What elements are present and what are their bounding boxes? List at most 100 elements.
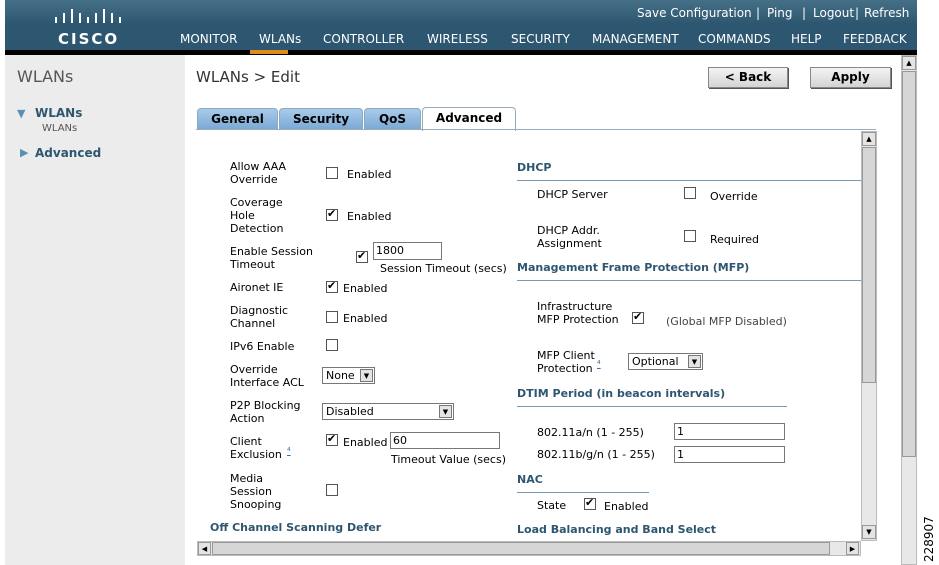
nav-wlans[interactable]: WLANs (259, 32, 301, 46)
client-exclusion-text: Enabled (343, 436, 388, 449)
load-balancing-heading: Load Balancing and Band Select (517, 523, 717, 536)
tab-general[interactable]: General (197, 108, 278, 130)
nav-security[interactable]: SECURITY (511, 32, 570, 46)
dhcp-server-text: Override (710, 190, 758, 203)
section-divider (517, 492, 649, 493)
sidebar-item-advanced[interactable]: Advanced (35, 146, 101, 160)
dhcp-addr-checkbox[interactable] (684, 230, 696, 242)
nac-state-text: Enabled (604, 500, 649, 513)
nav-help[interactable]: HELP (791, 32, 822, 46)
allow-aaa-text: Enabled (347, 168, 392, 181)
override-acl-label: Override Interface ACL (230, 363, 304, 389)
scroll-right-arrow-icon[interactable]: ▶ (846, 542, 859, 555)
page-title: WLANs > Edit (196, 68, 300, 86)
chevron-down-icon[interactable]: ▼ (688, 355, 701, 368)
scroll-up-arrow-icon[interactable]: ▲ (902, 56, 916, 70)
nav-wireless[interactable]: WIRELESS (427, 32, 488, 46)
toplink-separator: | (756, 6, 761, 20)
toplink-separator: | (802, 6, 807, 20)
diagnostic-channel-checkbox[interactable] (326, 311, 338, 323)
tab-qos[interactable]: QoS (364, 108, 421, 130)
coverage-hole-checkbox[interactable] (326, 207, 338, 221)
global-mfp-note: (Global MFP Disabled) (666, 315, 787, 328)
tab-security[interactable]: Security (279, 108, 363, 130)
sidebar-item-wlans[interactable]: WLANs (35, 106, 82, 120)
content-scroll-thumb[interactable] (862, 147, 876, 383)
diagnostic-channel-text: Enabled (343, 312, 388, 325)
mfp-heading: Management Frame Protection (MFP) (517, 261, 750, 274)
chevron-down-icon[interactable]: ▼ (360, 369, 373, 382)
chevron-down-icon[interactable]: ▼ (439, 405, 452, 418)
sidebar-subitem-wlans[interactable]: WLANs (42, 123, 77, 134)
mfp-client-select[interactable]: Optional ▼ (628, 353, 703, 370)
dhcp-addr-text: Required (710, 233, 759, 246)
section-divider (517, 180, 861, 181)
dtim-bg-input[interactable]: 1 (674, 446, 785, 463)
aironet-ie-text: Enabled (343, 282, 388, 295)
dhcp-server-checkbox[interactable] (684, 187, 696, 199)
dtim-a-input[interactable]: 1 (674, 423, 785, 440)
content-hscroll-thumb[interactable] (212, 542, 830, 555)
coverage-hole-text: Enabled (347, 210, 392, 223)
info-icon[interactable]: ⁴ (287, 447, 291, 457)
back-button[interactable]: < Back (708, 67, 788, 88)
logout-link[interactable]: Logout (813, 6, 854, 20)
aironet-ie-label: Aironet IE (230, 281, 284, 294)
scroll-up-arrow-icon[interactable]: ▲ (862, 132, 876, 146)
dhcp-server-label: DHCP Server (537, 188, 608, 201)
nav-feedback[interactable]: FEEDBACK (843, 32, 907, 46)
nav-commands[interactable]: COMMANDS (698, 32, 771, 46)
override-acl-value: None (326, 369, 355, 382)
nac-state-label: State (537, 499, 567, 512)
session-timeout-input[interactable]: 1800 (373, 242, 442, 260)
off-channel-heading: Off Channel Scanning Defer (210, 521, 382, 534)
nav-monitor[interactable]: MONITOR (180, 32, 237, 46)
apply-button[interactable]: Apply (810, 67, 891, 88)
page-scroll-thumb[interactable] (902, 71, 916, 457)
dhcp-addr-label: DHCP Addr. Assignment (537, 224, 602, 250)
dtim-bg-label: 802.11b/g/n (1 - 255) (537, 448, 655, 461)
aironet-ie-checkbox[interactable] (326, 279, 338, 293)
tab-divider (196, 129, 876, 130)
info-icon[interactable]: ⁴ (597, 360, 601, 370)
expanded-triangle-icon[interactable]: ▼ (17, 107, 25, 120)
client-exclusion-caption: Timeout Value (secs) (391, 453, 506, 466)
coverage-hole-label: Coverage Hole Detection (230, 196, 284, 235)
client-exclusion-checkbox[interactable] (326, 432, 338, 446)
dtim-heading: DTIM Period (in beacon intervals) (517, 387, 726, 400)
session-timeout-checkbox[interactable] (356, 249, 368, 263)
section-divider (517, 280, 861, 281)
scroll-down-arrow-icon[interactable]: ▼ (862, 525, 876, 539)
save-configuration-link[interactable]: Save Configuration (637, 6, 752, 20)
allow-aaa-checkbox[interactable] (326, 167, 338, 179)
nav-management[interactable]: MANAGEMENT (592, 32, 679, 46)
override-acl-select[interactable]: None ▼ (322, 367, 375, 384)
collapsed-triangle-icon[interactable]: ▶ (20, 146, 28, 159)
client-exclusion-timeout-input[interactable]: 60 (390, 432, 500, 449)
p2p-select[interactable]: Disabled ▼ (322, 403, 454, 420)
ping-link[interactable]: Ping (767, 6, 793, 20)
ipv6-checkbox[interactable] (326, 339, 338, 351)
nac-state-checkbox[interactable] (584, 496, 596, 510)
tab-advanced[interactable]: Advanced (422, 107, 516, 131)
session-timeout-caption: Session Timeout (secs) (380, 262, 507, 275)
diagnostic-channel-label: Diagnostic Channel (230, 304, 289, 330)
scroll-left-arrow-icon[interactable]: ◀ (198, 542, 211, 555)
dtim-a-label: 802.11a/n (1 - 255) (537, 426, 644, 439)
dhcp-heading: DHCP (517, 161, 552, 174)
p2p-value: Disabled (326, 405, 374, 418)
nav-controller[interactable]: CONTROLLER (323, 32, 404, 46)
media-snooping-checkbox[interactable] (326, 484, 338, 496)
figure-id: 228907 (922, 516, 936, 562)
sidebar (5, 55, 185, 565)
refresh-link[interactable]: Refresh (864, 6, 909, 20)
cisco-logo-icon (55, 8, 121, 30)
client-exclusion-label: Client Exclusion (230, 435, 282, 461)
media-snooping-label: Media Session Snooping (230, 472, 282, 511)
mfp-client-value: Optional (632, 355, 679, 368)
active-nav-indicator (250, 50, 288, 54)
infrastructure-mfp-label: Infrastructure MFP Protection (537, 300, 619, 326)
session-timeout-label: Enable Session Timeout (230, 245, 313, 271)
infrastructure-mfp-checkbox[interactable] (632, 310, 644, 324)
allow-aaa-label: Allow AAA Override (230, 160, 287, 186)
